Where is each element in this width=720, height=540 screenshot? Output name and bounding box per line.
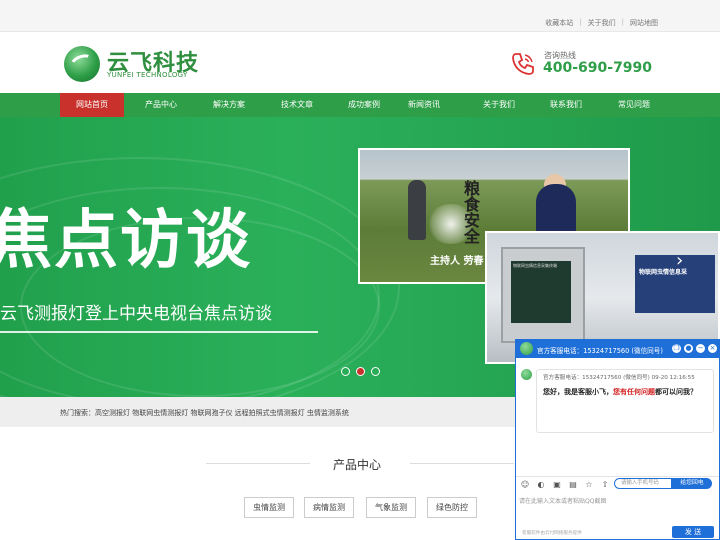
info-board: [635, 255, 715, 313]
chat-message: 官方客服电话：15324717560 (微信同号) 09-20 12:16:55…: [536, 369, 714, 433]
section-title-products: 产品中心: [333, 458, 382, 472]
separator: |: [621, 18, 624, 26]
agent-avatar-icon: [521, 369, 532, 380]
banner-title: 焦点访谈: [0, 203, 252, 278]
phone-icon: [512, 53, 534, 75]
main-nav: 网站首页 产品中心 解决方案 技术文章 成功案例 新闻资讯 关于我们 联系我们 …: [0, 93, 720, 117]
nav-item-home[interactable]: 网站首页: [60, 93, 124, 117]
farmer-figure: [408, 180, 426, 240]
send-button[interactable]: 发 送: [672, 526, 714, 538]
chat-footer-note: 客服软件由云付网络服务提供: [522, 531, 582, 536]
chat-avatar-icon: [520, 342, 533, 355]
banner-subtitle: 云飞测报灯登上中央电视台焦点访谈: [0, 304, 272, 324]
site-header: 云飞科技 YUNFEI TECHNOLOGY 咨询热线 400-690-7990: [0, 33, 720, 93]
rate-star-icon[interactable]: ☆: [584, 480, 594, 490]
slider-dot[interactable]: [371, 367, 380, 376]
greet-highlight: 您有任何问题: [613, 388, 655, 396]
logo-swirl: [67, 51, 97, 75]
slider-dot-active[interactable]: [356, 367, 365, 376]
emoji-icon[interactable]: ☺: [520, 480, 530, 490]
chat-header[interactable]: 官方客服电话：15324717560 (微信同号) ❐ ● − ×: [516, 340, 719, 358]
slider-dot[interactable]: [341, 367, 350, 376]
nav-item-solutions[interactable]: 解决方案: [197, 93, 261, 117]
upload-icon[interactable]: ⇧: [600, 480, 610, 490]
message-meta: 官方客服电话：15324717560 (微信同号) 09-20 12:16:55: [543, 375, 695, 381]
hot-search-text[interactable]: 热门搜索：高空测报灯 物联网虫情测报灯 物联网孢子仪 远程拍照式虫情测报灯 虫情…: [60, 408, 349, 418]
device-panel: [511, 261, 571, 323]
top-links: 收藏本站 | 关于我们 | 网站地图: [545, 18, 658, 28]
section-line-right: [410, 463, 514, 464]
nav-item-articles[interactable]: 技术文章: [265, 93, 329, 117]
nav-item-contact[interactable]: 联系我们: [534, 93, 598, 117]
message-text: 您好，我是客服小飞，您有任何问题都可以问我？: [543, 387, 707, 397]
banner-next-arrow[interactable]: ›: [676, 250, 683, 271]
top-link-about[interactable]: 关于我们: [588, 18, 616, 28]
logo-text-en: YUNFEI TECHNOLOGY: [107, 71, 188, 79]
chat-footer: 客服软件由云付网络服务提供 发 送: [516, 524, 719, 540]
callback-button[interactable]: 给您回电: [672, 478, 712, 489]
nav-item-news[interactable]: 新闻资讯: [392, 93, 456, 117]
chat-minimize-icon[interactable]: −: [696, 344, 705, 353]
nav-item-faq[interactable]: 常见问题: [602, 93, 666, 117]
chat-popout-icon[interactable]: ❐: [672, 344, 681, 353]
chat-text-input[interactable]: 请在此输入文本或者粘贴QQ截图: [516, 492, 719, 524]
image-icon[interactable]: ▣: [552, 480, 562, 490]
greet-part-a: 您好，我是客服小飞，: [543, 388, 613, 396]
greet-part-c: 都可以问我？: [655, 388, 697, 396]
top-bar: 收藏本站 | 关于我们 | 网站地图: [0, 0, 720, 32]
category-disease[interactable]: 病情监测: [304, 497, 354, 518]
chat-sound-icon[interactable]: ●: [684, 344, 693, 353]
nav-item-cases[interactable]: 成功案例: [332, 93, 396, 117]
photo-calligraphy: 粮食安全: [461, 180, 480, 244]
category-green-control[interactable]: 绿色防控: [427, 497, 477, 518]
top-link-bookmark[interactable]: 收藏本站: [545, 18, 573, 28]
device-panel-text: 物联网虫情信息采集终端: [513, 263, 557, 268]
chat-close-icon[interactable]: ×: [708, 344, 717, 353]
chat-title: 官方客服电话：15324717560 (微信同号): [537, 347, 663, 355]
logo-icon[interactable]: [64, 46, 100, 82]
screenshot-icon[interactable]: ◐: [536, 480, 546, 490]
slider-dots: [341, 367, 380, 376]
banner-underline: [0, 331, 318, 333]
chat-widget[interactable]: 官方客服电话：15324717560 (微信同号) ❐ ● − × 官方客服电话…: [515, 339, 720, 540]
category-weather[interactable]: 气象监测: [366, 497, 416, 518]
separator: |: [579, 18, 582, 26]
callback-phone-input[interactable]: 请输入手机号码: [614, 478, 672, 489]
category-pest[interactable]: 虫情监测: [244, 497, 294, 518]
nav-item-products[interactable]: 产品中心: [129, 93, 193, 117]
photo-caption: 主持人 劳春: [430, 256, 484, 267]
top-link-sitemap[interactable]: 网站地图: [630, 18, 658, 28]
nav-item-about[interactable]: 关于我们: [467, 93, 531, 117]
hotline-number: 400-690-7990: [543, 60, 653, 76]
file-icon[interactable]: ▤: [568, 480, 578, 490]
chat-messages: 官方客服电话：15324717560 (微信同号) 09-20 12:16:55…: [516, 358, 719, 470]
section-line-left: [206, 463, 310, 464]
